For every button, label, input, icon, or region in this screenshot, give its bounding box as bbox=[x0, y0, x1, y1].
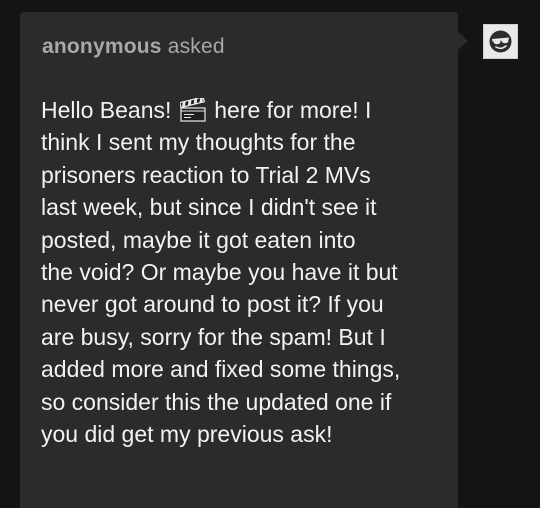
ask-body-line: think I sent my thoughts for the bbox=[41, 129, 356, 156]
ask-body-text: here for more! I bbox=[207, 97, 372, 123]
avatar[interactable] bbox=[483, 24, 518, 59]
ask-body-line: the void? Or maybe you have it but bbox=[41, 259, 398, 286]
ask-body-line: Hello Beans! here for more! I bbox=[41, 94, 451, 126]
ask-body-line: prisoners reaction to Trial 2 MVs bbox=[41, 161, 371, 188]
ask-body-line: added more and fixed some things, bbox=[41, 356, 401, 383]
ask-bubble: anonymous asked Hello Beans! here for mo… bbox=[20, 12, 458, 508]
ask-body-line: last week, but since I didn't see it bbox=[41, 194, 377, 221]
bubble-pointer bbox=[458, 32, 468, 50]
asker-line: anonymous asked bbox=[42, 35, 225, 59]
clapper-board-icon bbox=[178, 96, 206, 122]
ask-body-line: so consider this the updated one if bbox=[41, 388, 392, 415]
ask-body-line: you did get my previous ask! bbox=[41, 421, 333, 448]
ask-body-line: posted, maybe it got eaten into bbox=[41, 226, 356, 253]
cool-sunglasses-emoji-icon bbox=[489, 30, 512, 53]
ask-body: Hello Beans! here for more! I think I se… bbox=[41, 94, 451, 450]
asked-label: asked bbox=[167, 35, 225, 58]
ask-post: anonymous asked Hello Beans! here for mo… bbox=[0, 0, 540, 508]
ask-body-line: are busy, sorry for the spam! But I bbox=[41, 323, 386, 350]
asker-name[interactable]: anonymous bbox=[42, 35, 162, 58]
ask-body-line: never got around to post it? If you bbox=[41, 291, 384, 318]
ask-body-text: Hello Beans! bbox=[41, 97, 178, 123]
